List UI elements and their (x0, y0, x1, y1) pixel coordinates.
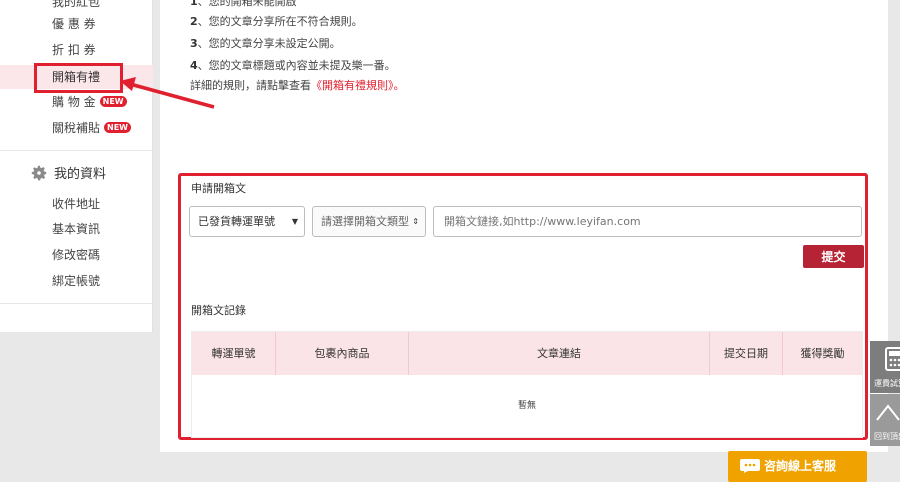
rule-line-2: 2、您的文章分享所在不符合規則。 (190, 13, 363, 29)
back-to-top-button[interactable]: 回到頂部 (870, 394, 900, 446)
sidebar-item-bind-account[interactable]: 綁定帳號 (52, 272, 100, 290)
sidebar-item-red-envelope[interactable]: 我的紅包 (52, 0, 100, 11)
arrow-annotation (120, 77, 215, 109)
profile-section-title: 我的資料 (30, 164, 106, 184)
rule-line-3: 3、您的文章分享未設定公開。 (190, 35, 341, 51)
empty-state: 暫無 (517, 401, 536, 411)
table-header: 轉運單號 包裹內商品 文章連結 提交日期 獲得獎勵 (192, 332, 862, 375)
top-label: 回到頂部 (874, 432, 900, 441)
new-badge: NEW (104, 122, 131, 133)
sidebar-bottom-divider (0, 303, 153, 304)
sidebar-item-label: 基本資訊 (52, 222, 101, 236)
rule-number: 4 (190, 59, 198, 72)
column-header: 提交日期 (710, 332, 783, 375)
sidebar: 我的紅包 優 惠 券 折 扣 券 開箱有禮 購 物 金 NEW 關稅補貼 NEW 我… (0, 0, 153, 332)
shipping-calculator-button[interactable]: 運費試算 (870, 341, 900, 393)
column-header: 文章連結 (409, 332, 710, 375)
profile-title-label: 我的資料 (54, 167, 107, 182)
waybill-select[interactable]: 已發貨轉運單號 ▼ (189, 206, 305, 237)
rules-link[interactable]: 《開箱有禮規則》 (311, 79, 394, 92)
record-title: 開箱文記錄 (191, 304, 246, 317)
sidebar-item-label: 關稅補貼 (52, 121, 101, 135)
chevron-up-icon (876, 404, 900, 421)
sidebar-item-label: 綁定帳號 (52, 274, 101, 288)
apply-title: 申請開箱文 (191, 182, 246, 195)
gear-icon (31, 165, 47, 181)
sidebar-item-tariff-subsidy[interactable]: 關稅補貼 NEW (52, 119, 131, 137)
column-header: 獲得獎勵 (800, 347, 845, 360)
article-type-select-value: 請選擇開箱文類型 (321, 215, 409, 228)
waybill-select-value: 已發貨轉運單號 (198, 215, 275, 228)
sidebar-item-label: 購 物 金 (52, 95, 96, 109)
submit-button[interactable]: 提交 (803, 245, 864, 268)
updown-arrow-icon: ⇕ (412, 217, 419, 226)
column-header: 轉運單號 (192, 332, 276, 375)
rule-detail-line: 詳細的規則，請點擊查看《開箱有禮規則》。 (190, 77, 405, 93)
sidebar-item-address[interactable]: 收件地址 (52, 195, 100, 213)
article-link-input[interactable] (433, 206, 862, 237)
chat-icon (740, 459, 760, 473)
calc-label: 運費試算 (874, 379, 900, 388)
rule-line-4: 4、您的文章標題或內容並未提及樂一番。 (190, 57, 396, 73)
calculator-icon (885, 347, 900, 371)
customer-service-label: 咨詢線上客服 (764, 459, 837, 473)
article-type-select[interactable]: 請選擇開箱文類型 ⇕ (312, 206, 426, 237)
rule-line-1: 1、您的開箱未能開啟 (190, 0, 297, 9)
sidebar-item-label: 折 扣 券 (52, 43, 96, 57)
sidebar-item-discount[interactable]: 折 扣 券 (52, 41, 96, 59)
sidebar-item-coupons[interactable]: 優 惠 券 (52, 15, 96, 33)
sidebar-item-label: 優 惠 券 (52, 17, 96, 31)
caret-down-icon: ▼ (291, 217, 298, 226)
record-table: 轉運單號 包裹內商品 文章連結 提交日期 獲得獎勵 暫無 (191, 331, 863, 438)
rule-text: 、您的文章分享未設定公開。 (197, 37, 341, 50)
rule-text: 、您的文章標題或內容並未提及樂一番。 (197, 59, 396, 72)
rule-number: 2 (190, 15, 198, 28)
sidebar-item-change-password[interactable]: 修改密碼 (52, 246, 100, 264)
rule-number: 3 (190, 37, 198, 50)
sidebar-item-label: 收件地址 (52, 197, 101, 211)
customer-service-button[interactable]: 咨詢線上客服 (728, 451, 867, 482)
column-header: 包裹內商品 (276, 332, 409, 375)
sidebar-item-basic-info[interactable]: 基本資訊 (52, 220, 100, 238)
rule-text: 、您的文章分享所在不符合規則。 (197, 15, 363, 28)
sidebar-item-label: 修改密碼 (52, 248, 101, 262)
sidebar-divider (0, 150, 153, 151)
rule-text: 、您的開箱未能開啟 (197, 0, 297, 8)
sidebar-item-label: 我的紅包 (52, 0, 101, 9)
rule-number: 1 (190, 0, 198, 8)
rule-text: 。 (393, 79, 405, 92)
